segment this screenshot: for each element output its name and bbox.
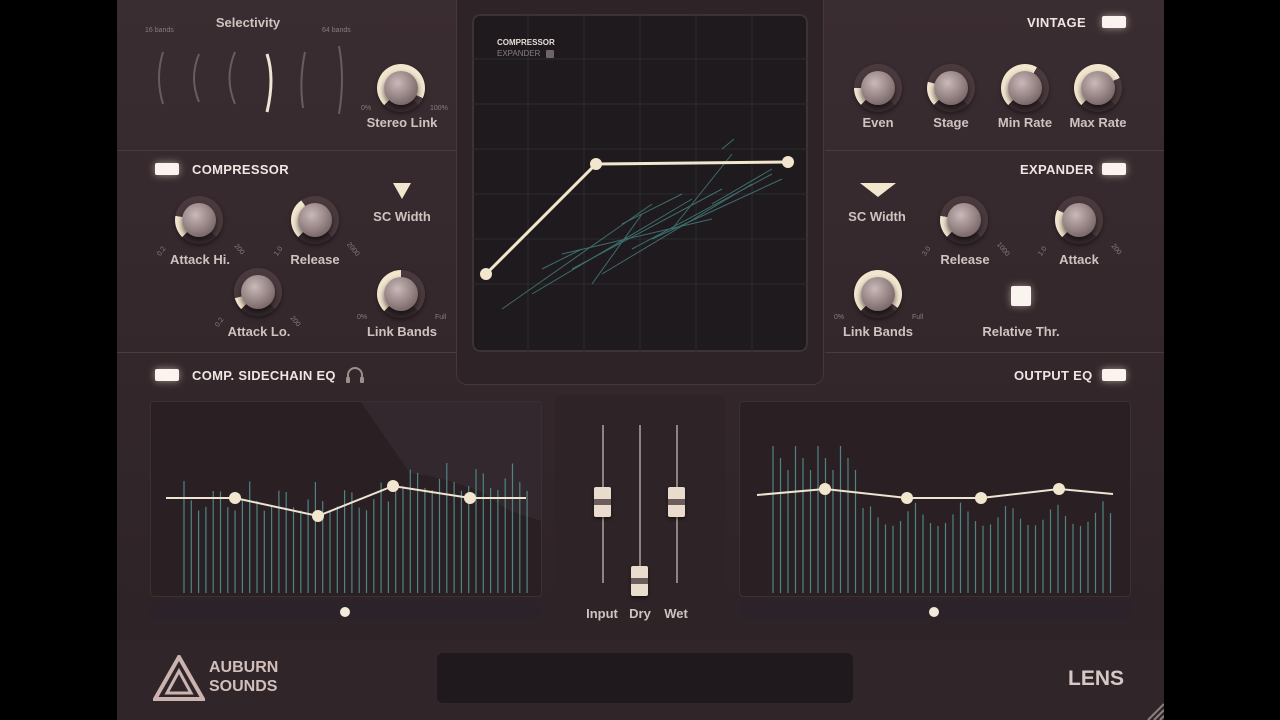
exp-link-bands-max-label: Full bbox=[912, 314, 924, 321]
selectivity-selector[interactable] bbox=[153, 38, 353, 118]
headphones-icon[interactable] bbox=[345, 366, 365, 384]
selectivity-max-label: 64 bands bbox=[322, 27, 351, 34]
wet-fader[interactable] bbox=[668, 487, 685, 517]
expander-title: EXPANDER bbox=[1020, 162, 1094, 177]
output-eq-title: OUTPUT EQ bbox=[1014, 368, 1093, 383]
comp-link-bands-max-label: Full bbox=[435, 314, 447, 321]
output-eq-toggle[interactable] bbox=[1102, 369, 1126, 381]
resize-handle-icon[interactable] bbox=[1142, 698, 1164, 720]
dry-fader-track bbox=[639, 425, 641, 583]
section-divider bbox=[117, 150, 457, 151]
brand-line-1: AUBURN bbox=[209, 659, 279, 676]
transfer-curve-graph bbox=[472, 14, 808, 352]
vintage-title: VINTAGE bbox=[1027, 15, 1086, 30]
attack-lo-knob[interactable] bbox=[234, 268, 282, 316]
exp-link-bands-min-label: 0% bbox=[834, 314, 845, 321]
sidechain-eq-graph bbox=[166, 401, 542, 593]
max-rate-knob[interactable] bbox=[1074, 64, 1122, 112]
preset-display[interactable] bbox=[437, 653, 853, 703]
product-logo: LENS bbox=[1068, 667, 1125, 690]
even-knob[interactable] bbox=[854, 64, 902, 112]
output-eq-panel[interactable] bbox=[739, 401, 1131, 597]
comp-link-bands-min-label: 0% bbox=[357, 314, 368, 321]
exp-release-knob[interactable] bbox=[940, 196, 988, 244]
comp-release-knob[interactable] bbox=[291, 196, 339, 244]
exp-link-bands-label: Link Bands bbox=[842, 324, 914, 339]
brand-line-2: SOUNDS bbox=[209, 678, 278, 695]
stereo-link-label: Stereo Link bbox=[366, 115, 438, 130]
transfer-display[interactable]: COMPRESSOR EXPANDER bbox=[472, 14, 808, 352]
comp-link-bands-knob[interactable] bbox=[377, 270, 425, 318]
attack-lo-label: Attack Lo. bbox=[227, 324, 291, 339]
min-rate-knob[interactable] bbox=[1001, 64, 1049, 112]
auburn-sounds-logo-icon bbox=[153, 655, 205, 701]
stereo-link-knob[interactable] bbox=[377, 64, 425, 112]
stereo-link-min-label: 0% bbox=[361, 105, 372, 112]
comp-link-bands-label: Link Bands bbox=[366, 324, 438, 339]
stereo-link-max-label: 100% bbox=[430, 105, 448, 112]
wet-fader-label: Wet bbox=[664, 606, 688, 621]
section-divider-lower-right bbox=[825, 352, 1164, 353]
exp-sc-width-label: SC Width bbox=[848, 209, 906, 224]
sidechain-eq-panel[interactable] bbox=[150, 401, 542, 597]
display-mode-expander[interactable]: EXPANDER bbox=[497, 49, 540, 58]
output-eq-scroll-handle[interactable] bbox=[929, 607, 939, 617]
expander-indicator-icon bbox=[546, 50, 554, 58]
max-rate-label: Max Rate bbox=[1069, 115, 1127, 130]
dry-fader[interactable] bbox=[631, 566, 648, 596]
stage-knob[interactable] bbox=[927, 64, 975, 112]
selectivity-label: Selectivity bbox=[215, 15, 281, 30]
output-eq-graph bbox=[756, 446, 1114, 593]
comp-release-label: Release bbox=[290, 252, 340, 267]
attack-hi-label: Attack Hi. bbox=[170, 252, 230, 267]
relative-thr-toggle[interactable] bbox=[1011, 286, 1031, 306]
comp-sc-width-triangle-icon[interactable] bbox=[393, 183, 411, 199]
exp-sc-width-triangle-icon[interactable] bbox=[860, 183, 896, 197]
sidechain-eq-title: COMP. SIDECHAIN EQ bbox=[192, 368, 336, 383]
brand-name: AUBURN SOUNDS bbox=[209, 658, 278, 696]
compressor-toggle[interactable] bbox=[155, 163, 179, 175]
comp-sc-width-label: SC Width bbox=[373, 209, 431, 224]
relative-thr-label: Relative Thr. bbox=[982, 324, 1060, 339]
exp-link-bands-knob[interactable] bbox=[854, 270, 902, 318]
section-divider-right bbox=[825, 150, 1164, 151]
attack-hi-knob[interactable] bbox=[175, 196, 223, 244]
section-divider-lower-left bbox=[117, 352, 457, 353]
sidechain-eq-scroll-handle[interactable] bbox=[340, 607, 350, 617]
display-mode-compressor[interactable]: COMPRESSOR bbox=[497, 38, 555, 47]
exp-attack-label: Attack bbox=[1059, 252, 1099, 267]
exp-release-label: Release bbox=[940, 252, 990, 267]
selectivity-min-label: 16 bands bbox=[145, 27, 174, 34]
expander-toggle[interactable] bbox=[1102, 163, 1126, 175]
vintage-toggle[interactable] bbox=[1102, 16, 1126, 28]
input-fader[interactable] bbox=[594, 487, 611, 517]
exp-attack-knob[interactable] bbox=[1055, 196, 1103, 244]
plugin-window: Selectivity 16 bands 64 bands 0% 100% St… bbox=[117, 0, 1164, 720]
compressor-title: COMPRESSOR bbox=[192, 162, 289, 177]
sidechain-eq-toggle[interactable] bbox=[155, 369, 179, 381]
